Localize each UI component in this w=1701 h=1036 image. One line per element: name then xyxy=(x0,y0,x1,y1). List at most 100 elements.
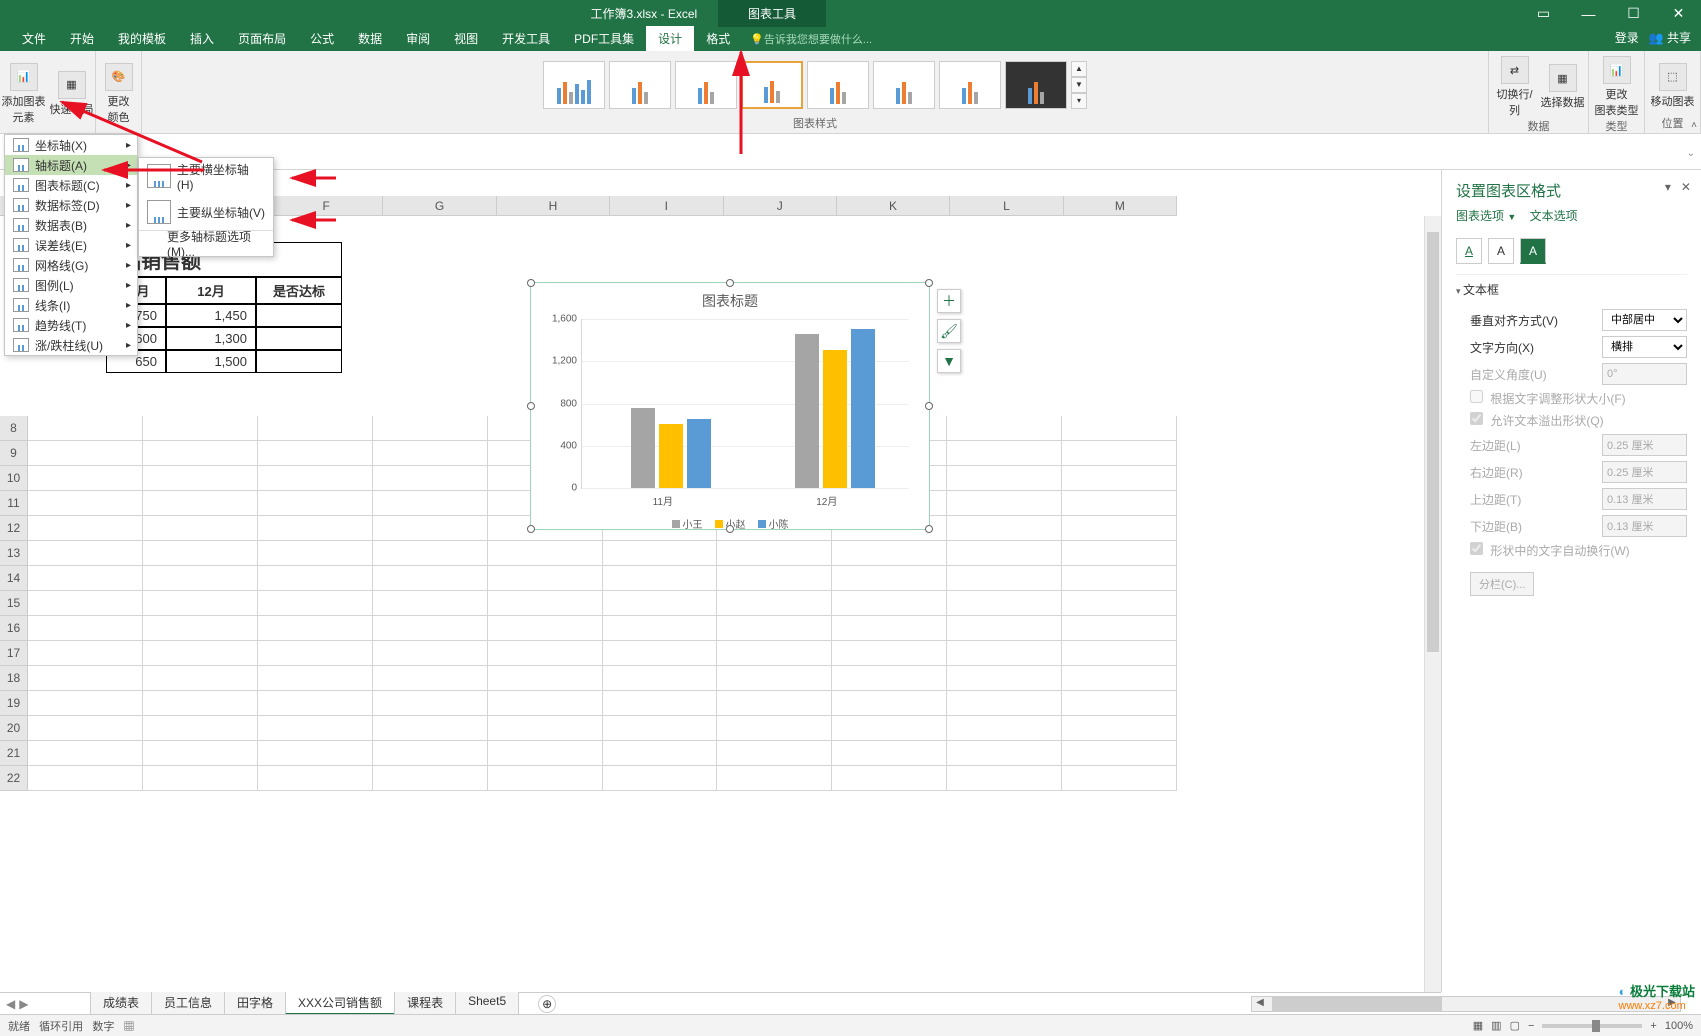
cell[interactable] xyxy=(603,741,718,766)
row-header-21[interactable]: 21 xyxy=(0,741,28,766)
menu-item-chart-title[interactable]: 图表标题(C)▸ xyxy=(5,175,137,195)
bar-小陈-12月[interactable] xyxy=(851,329,875,488)
col-header-F[interactable]: F xyxy=(270,196,383,215)
col-header-K[interactable]: K xyxy=(837,196,950,215)
sheet-tab-课程表[interactable]: 课程表 xyxy=(394,992,456,1015)
cell[interactable] xyxy=(143,591,258,616)
cell[interactable] xyxy=(1062,566,1177,591)
cell[interactable] xyxy=(603,541,718,566)
bar-小陈-11月[interactable] xyxy=(687,419,711,488)
close-button[interactable]: ✕ xyxy=(1656,0,1701,27)
cell[interactable] xyxy=(28,566,143,591)
tab-insert[interactable]: 插入 xyxy=(178,26,226,51)
cell[interactable] xyxy=(1062,766,1177,791)
cell[interactable] xyxy=(947,441,1062,466)
cell[interactable] xyxy=(28,741,143,766)
maximize-button[interactable]: ☐ xyxy=(1611,0,1656,27)
cell[interactable] xyxy=(143,516,258,541)
login-link[interactable]: 登录 xyxy=(1615,29,1639,46)
legend-item-小陈[interactable]: 小陈 xyxy=(758,516,789,531)
resize-handle[interactable] xyxy=(925,279,933,287)
tab-home[interactable]: 开始 xyxy=(58,26,106,51)
move-chart-button[interactable]: ⬚ 移动图表 xyxy=(1651,61,1695,109)
scroll-left-icon[interactable]: ◀ xyxy=(1252,997,1268,1011)
cell[interactable] xyxy=(258,766,373,791)
cell[interactable] xyxy=(717,591,832,616)
tab-review[interactable]: 审阅 xyxy=(394,26,442,51)
tab-format[interactable]: 格式 xyxy=(694,26,742,51)
cell[interactable] xyxy=(28,591,143,616)
sheet-tab-成绩表[interactable]: 成绩表 xyxy=(90,992,152,1015)
quick-layout-button[interactable]: ▦ 快速布局 xyxy=(50,69,94,117)
chart-styles-gallery[interactable]: ▲▼▾ xyxy=(543,54,1087,115)
cell-dec-0[interactable]: 1,450 xyxy=(166,304,256,327)
cell[interactable] xyxy=(1062,416,1177,441)
cell[interactable] xyxy=(947,491,1062,516)
cell[interactable] xyxy=(1062,641,1177,666)
zoom-in-icon[interactable]: + xyxy=(1650,1020,1656,1032)
chart-style-4[interactable] xyxy=(741,61,803,109)
chart-plot-area[interactable]: 04008001,2001,600 xyxy=(581,319,909,489)
cell-reach-0[interactable] xyxy=(256,304,342,327)
zoom-percent[interactable]: 100% xyxy=(1665,1020,1693,1032)
menu-primary-vertical-axis-title[interactable]: 主要纵坐标轴(V) xyxy=(139,194,273,230)
cell[interactable] xyxy=(603,566,718,591)
tab-file[interactable]: 文件 xyxy=(10,26,58,51)
cell[interactable] xyxy=(832,541,947,566)
horizontal-scrollbar[interactable]: ◀ ▶ xyxy=(1251,996,1681,1012)
cell[interactable] xyxy=(258,566,373,591)
menu-item-trendline[interactable]: 趋势线(T)▸ xyxy=(5,315,137,335)
add-chart-element-button[interactable]: 📊 添加图表 元素 xyxy=(2,61,46,125)
menu-more-axis-title-options[interactable]: 更多轴标题选项(M)... xyxy=(139,230,273,256)
tell-me-search[interactable]: 💡 告诉我您想要做什么... xyxy=(750,31,872,51)
cell[interactable] xyxy=(947,691,1062,716)
cell[interactable] xyxy=(143,541,258,566)
cell[interactable] xyxy=(258,466,373,491)
menu-item-legend[interactable]: 图例(L)▸ xyxy=(5,275,137,295)
tab-design[interactable]: 设计 xyxy=(646,26,694,51)
cell[interactable] xyxy=(373,566,488,591)
col-header-H[interactable]: H xyxy=(497,196,610,215)
formula-bar-expand-icon[interactable]: ⌄ xyxy=(1687,148,1695,159)
cell[interactable] xyxy=(143,441,258,466)
cell[interactable] xyxy=(28,666,143,691)
cell[interactable] xyxy=(373,516,488,541)
sheet-nav-prev-icon[interactable]: ◀ xyxy=(6,997,15,1011)
row-header-13[interactable]: 13 xyxy=(0,541,28,566)
resize-handle[interactable] xyxy=(527,402,535,410)
cell[interactable] xyxy=(373,616,488,641)
menu-item-data-labels[interactable]: 数据标签(D)▸ xyxy=(5,195,137,215)
cell-dec-2[interactable]: 1,500 xyxy=(166,350,256,373)
cell[interactable] xyxy=(1062,716,1177,741)
cell[interactable] xyxy=(947,466,1062,491)
cell[interactable] xyxy=(143,416,258,441)
cell[interactable] xyxy=(832,616,947,641)
cell[interactable] xyxy=(28,766,143,791)
cell[interactable] xyxy=(143,741,258,766)
cell[interactable] xyxy=(373,491,488,516)
scroll-thumb[interactable] xyxy=(1427,232,1439,652)
columns-button[interactable]: 分栏(C)... xyxy=(1470,572,1534,596)
view-normal-icon[interactable]: ▦ xyxy=(1473,1019,1483,1032)
sheet-nav-next-icon[interactable]: ▶ xyxy=(19,997,28,1011)
cell[interactable] xyxy=(373,591,488,616)
cell[interactable] xyxy=(373,666,488,691)
resize-handle[interactable] xyxy=(527,279,535,287)
cell[interactable] xyxy=(1062,466,1177,491)
row-header-9[interactable]: 9 xyxy=(0,441,28,466)
cell[interactable] xyxy=(488,766,603,791)
cell[interactable] xyxy=(717,691,832,716)
vertical-scrollbar[interactable] xyxy=(1424,216,1441,992)
legend-item-小王[interactable]: 小王 xyxy=(672,516,703,531)
col-header-G[interactable]: G xyxy=(383,196,496,215)
cell[interactable] xyxy=(28,691,143,716)
sheet-tab-田字格[interactable]: 田字格 xyxy=(224,992,286,1015)
cell[interactable] xyxy=(488,566,603,591)
header-dec[interactable]: 12月 xyxy=(166,277,256,304)
cell[interactable] xyxy=(258,516,373,541)
cell[interactable] xyxy=(832,741,947,766)
style-gallery-scroll[interactable]: ▲▼▾ xyxy=(1071,61,1087,109)
cell[interactable] xyxy=(717,566,832,591)
chart-style-3[interactable] xyxy=(675,61,737,109)
cell[interactable] xyxy=(832,716,947,741)
